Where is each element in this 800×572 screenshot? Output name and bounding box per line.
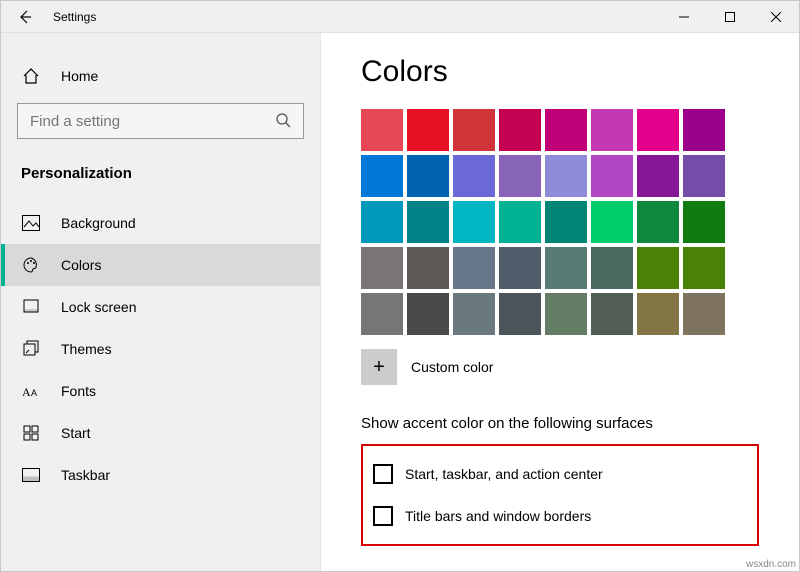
page-heading: Colors (361, 55, 759, 89)
surfaces-checkbox-group: Start, taskbar, and action center Title b… (361, 444, 759, 546)
color-swatch[interactable] (545, 293, 587, 335)
color-swatch[interactable] (591, 201, 633, 243)
sidebar-item-background[interactable]: Background (1, 202, 320, 244)
color-swatch[interactable] (361, 155, 403, 197)
color-swatch[interactable] (637, 109, 679, 151)
color-swatch[interactable] (683, 201, 725, 243)
main-content: Colors + Custom color Show accent color … (321, 33, 799, 571)
checkbox-icon (373, 464, 393, 484)
color-swatch[interactable] (591, 247, 633, 289)
svg-text:A: A (22, 385, 31, 399)
sidebar-item-label: Colors (61, 257, 101, 273)
sidebar-item-taskbar[interactable]: Taskbar (1, 454, 320, 496)
sidebar: Home Personalization Background Colors Loc… (1, 33, 321, 571)
sidebar-item-fonts[interactable]: AA Fonts (1, 370, 320, 412)
color-swatch[interactable] (591, 155, 633, 197)
titlebar: Settings (1, 1, 799, 33)
custom-color-button[interactable]: + (361, 349, 397, 385)
home-icon (21, 67, 41, 85)
color-swatch[interactable] (499, 293, 541, 335)
checkbox-label: Title bars and window borders (405, 508, 591, 524)
color-swatch[interactable] (637, 155, 679, 197)
color-swatch[interactable] (453, 247, 495, 289)
color-swatch[interactable] (407, 155, 449, 197)
category-heading: Personalization (1, 157, 320, 202)
color-swatch[interactable] (683, 247, 725, 289)
start-icon (21, 424, 41, 442)
close-button[interactable] (753, 1, 799, 32)
color-swatch[interactable] (407, 201, 449, 243)
color-swatch[interactable] (591, 109, 633, 151)
sidebar-item-label: Themes (61, 341, 112, 357)
color-swatch[interactable] (407, 109, 449, 151)
svg-text:A: A (31, 388, 37, 398)
search-icon (275, 112, 291, 131)
sidebar-item-label: Start (61, 425, 91, 441)
color-swatch[interactable] (453, 293, 495, 335)
fonts-icon: AA (21, 382, 41, 400)
back-icon[interactable] (15, 8, 35, 26)
color-swatch[interactable] (453, 201, 495, 243)
color-swatch[interactable] (683, 109, 725, 151)
taskbar-icon (21, 466, 41, 484)
home-link[interactable]: Home (1, 57, 320, 95)
color-swatch[interactable] (499, 201, 541, 243)
themes-icon (21, 340, 41, 358)
minimize-button[interactable] (661, 1, 707, 32)
sidebar-item-start[interactable]: Start (1, 412, 320, 454)
color-swatch[interactable] (637, 201, 679, 243)
window-title: Settings (53, 10, 96, 24)
color-swatch[interactable] (499, 155, 541, 197)
color-swatch[interactable] (683, 155, 725, 197)
custom-color-label: Custom color (411, 359, 493, 375)
sidebar-item-themes[interactable]: Themes (1, 328, 320, 370)
lockscreen-icon (21, 298, 41, 316)
color-swatch[interactable] (453, 155, 495, 197)
color-swatch[interactable] (683, 293, 725, 335)
color-swatch[interactable] (637, 247, 679, 289)
color-swatch[interactable] (407, 247, 449, 289)
sidebar-item-label: Fonts (61, 383, 96, 399)
surface-checkbox-row[interactable]: Title bars and window borders (373, 500, 747, 532)
color-swatch[interactable] (591, 293, 633, 335)
surfaces-heading: Show accent color on the following surfa… (361, 415, 759, 432)
color-swatch[interactable] (361, 201, 403, 243)
home-label: Home (61, 68, 98, 84)
sidebar-item-lock-screen[interactable]: Lock screen (1, 286, 320, 328)
color-swatch[interactable] (545, 109, 587, 151)
checkbox-label: Start, taskbar, and action center (405, 466, 603, 482)
palette-icon (21, 256, 41, 274)
search-box[interactable] (17, 103, 304, 139)
maximize-button[interactable] (707, 1, 753, 32)
surface-checkbox-row[interactable]: Start, taskbar, and action center (373, 458, 747, 490)
color-swatch[interactable] (361, 109, 403, 151)
color-swatch[interactable] (361, 293, 403, 335)
sidebar-item-label: Lock screen (61, 299, 136, 315)
color-swatch[interactable] (499, 109, 541, 151)
color-swatch[interactable] (545, 155, 587, 197)
sidebar-item-colors[interactable]: Colors (1, 244, 320, 286)
search-input[interactable] (30, 113, 275, 130)
color-swatch[interactable] (499, 247, 541, 289)
color-palette (361, 109, 759, 335)
checkbox-icon (373, 506, 393, 526)
color-swatch[interactable] (453, 109, 495, 151)
color-swatch[interactable] (545, 247, 587, 289)
color-swatch[interactable] (545, 201, 587, 243)
image-icon (21, 214, 41, 232)
watermark: wsxdn.com (746, 559, 796, 570)
color-swatch[interactable] (361, 247, 403, 289)
color-swatch[interactable] (407, 293, 449, 335)
sidebar-item-label: Background (61, 215, 136, 231)
plus-icon: + (373, 356, 385, 379)
color-swatch[interactable] (637, 293, 679, 335)
sidebar-item-label: Taskbar (61, 467, 110, 483)
